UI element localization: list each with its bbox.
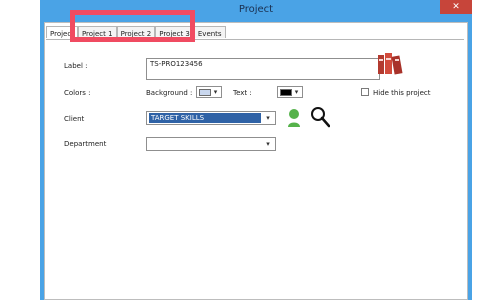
text-color-label: Text : — [233, 89, 252, 97]
department-label: Department — [64, 140, 107, 148]
label-input[interactable]: TS-PRO123456 — [146, 58, 380, 80]
colors-label: Colors : — [64, 89, 91, 97]
client-select[interactable]: TARGET SKILLS ▾ — [146, 111, 276, 125]
client-selected-value: TARGET SKILLS — [149, 113, 261, 123]
tab-events[interactable]: Events — [193, 26, 226, 38]
client-label: Client — [64, 115, 85, 123]
hide-project-label: Hide this project — [373, 89, 431, 97]
background-color-picker[interactable]: ▾ — [196, 86, 222, 98]
tab-highlight-overlay — [70, 10, 195, 42]
text-color-picker[interactable]: ▾ — [277, 86, 303, 98]
tab-label: Events — [197, 30, 222, 38]
books-icon — [377, 50, 403, 78]
text-swatch — [280, 89, 292, 96]
search-icon[interactable] — [310, 106, 331, 128]
chevron-down-icon: ▾ — [294, 88, 299, 96]
label-label: Label : — [64, 62, 88, 70]
user-icon[interactable] — [286, 108, 302, 128]
chevron-down-icon: ▾ — [266, 114, 270, 122]
chevron-down-icon: ▾ — [266, 140, 270, 148]
background-swatch — [199, 89, 211, 96]
project-window: Project ✕ Project Project 1 Project 2 Pr… — [40, 0, 472, 300]
close-button[interactable]: ✕ — [440, 0, 472, 14]
chevron-down-icon: ▾ — [213, 88, 218, 96]
department-select[interactable]: ▾ — [146, 137, 276, 151]
background-label: Background : — [146, 89, 193, 97]
close-icon: ✕ — [452, 2, 460, 12]
hide-project-checkbox[interactable] — [361, 88, 369, 96]
